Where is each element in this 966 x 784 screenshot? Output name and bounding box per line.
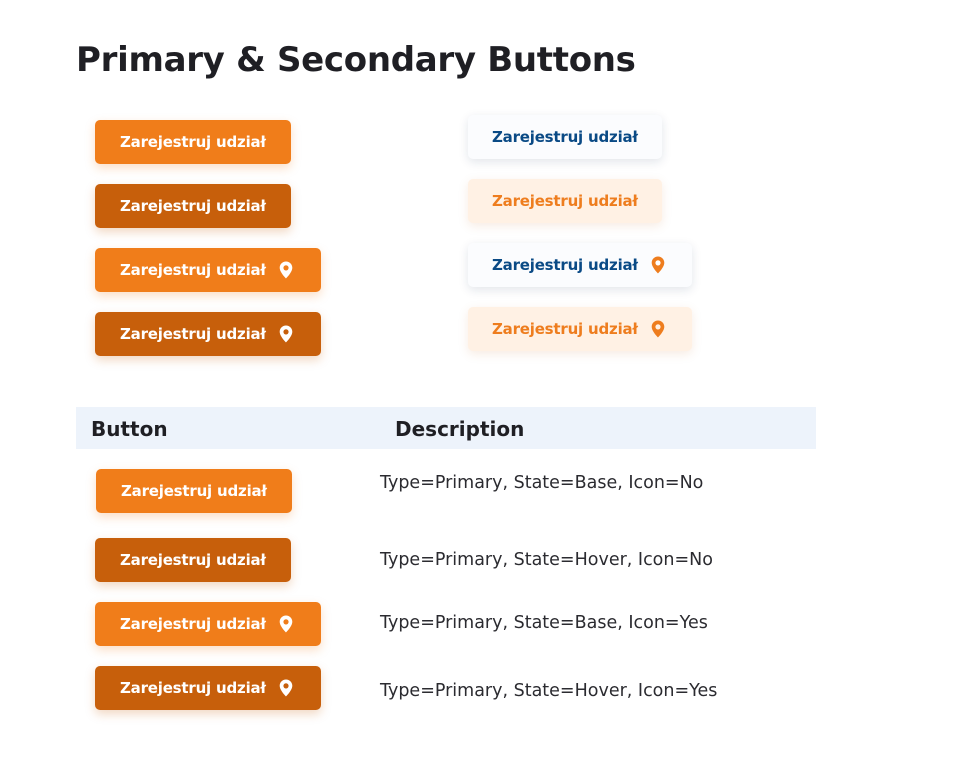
secondary-hover-button[interactable]: Zarejestruj udział [468, 179, 662, 223]
primary-hover-button[interactable]: Zarejestruj udział [95, 538, 291, 582]
row-description: Type=Primary, State=Hover, Icon=Yes [380, 681, 718, 701]
secondary-base-icon-button[interactable]: Zarejestruj udział [468, 243, 692, 287]
primary-hover-button[interactable]: Zarejestruj udział [95, 184, 291, 228]
location-pin-icon [279, 325, 293, 343]
button-label: Zarejestruj udział [120, 197, 266, 215]
primary-hover-icon-button[interactable]: Zarejestruj udział [95, 666, 321, 710]
row-description: Type=Primary, State=Base, Icon=No [380, 473, 704, 493]
column-header-button: Button [91, 417, 168, 441]
primary-hover-icon-button[interactable]: Zarejestruj udział [95, 312, 321, 356]
button-label: Zarejestruj udział [492, 192, 638, 210]
location-pin-icon [279, 679, 293, 697]
secondary-base-button[interactable]: Zarejestruj udział [468, 115, 662, 159]
primary-base-icon-button[interactable]: Zarejestruj udział [95, 602, 321, 646]
primary-base-button[interactable]: Zarejestruj udział [95, 120, 291, 164]
button-label: Zarejestruj udział [120, 133, 266, 151]
row-description: Type=Primary, State=Base, Icon=Yes [380, 613, 708, 633]
button-label: Zarejestruj udział [120, 261, 266, 279]
row-description: Type=Primary, State=Hover, Icon=No [380, 550, 713, 570]
primary-base-icon-button[interactable]: Zarejestruj udział [95, 248, 321, 292]
button-label: Zarejestruj udział [120, 325, 266, 343]
button-label: Zarejestruj udział [492, 320, 638, 338]
table-header: Button Description [76, 407, 816, 449]
button-label: Zarejestruj udział [120, 679, 266, 697]
page-title: Primary & Secondary Buttons [76, 40, 636, 80]
column-header-description: Description [395, 417, 525, 441]
button-label: Zarejestruj udział [492, 256, 638, 274]
primary-base-button[interactable]: Zarejestruj udział [96, 469, 292, 513]
button-label: Zarejestruj udział [121, 482, 267, 500]
location-pin-icon [651, 256, 665, 274]
location-pin-icon [279, 261, 293, 279]
button-label: Zarejestruj udział [120, 551, 266, 569]
location-pin-icon [279, 615, 293, 633]
button-label: Zarejestruj udział [492, 128, 638, 146]
secondary-hover-icon-button[interactable]: Zarejestruj udział [468, 307, 692, 351]
location-pin-icon [651, 320, 665, 338]
button-label: Zarejestruj udział [120, 615, 266, 633]
